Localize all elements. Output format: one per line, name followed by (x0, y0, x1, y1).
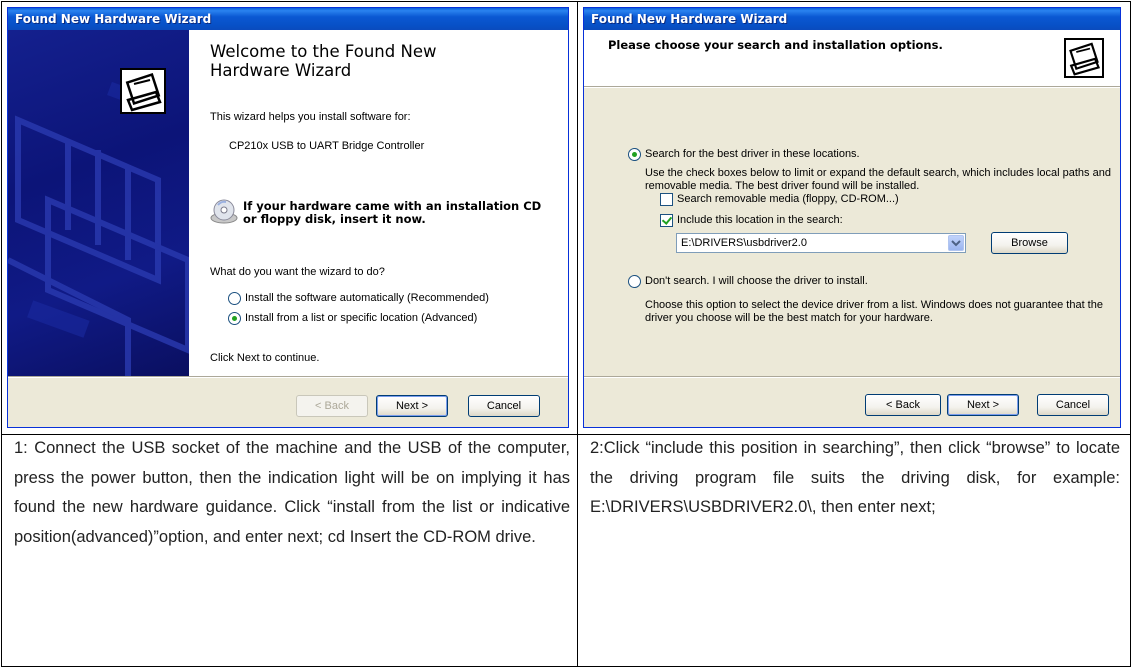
header-separator (584, 86, 1120, 88)
button-separator (8, 376, 568, 378)
removable-media-label[interactable]: Search removable media (floppy, CD-ROM..… (677, 193, 899, 205)
cd-prompt: If your hardware came with an installati… (243, 199, 542, 226)
next-button[interactable]: Next > (947, 394, 1019, 416)
hardware-wizard-icon (120, 68, 166, 114)
left-wizard-dialog: Found New Hardware Wizard Welcome to the… (7, 7, 569, 428)
cd-icon (210, 198, 238, 226)
options-header: Please choose your search and installati… (608, 38, 943, 52)
dont-search-label[interactable]: Don't search. I will choose the driver t… (645, 275, 868, 287)
column-divider (577, 2, 578, 666)
device-name: CP210x USB to UART Bridge Controller (229, 140, 425, 152)
radio-install-from-list[interactable] (228, 312, 241, 325)
checkbox-include-location[interactable] (660, 214, 673, 227)
right-title-bar[interactable]: Found New Hardware Wizard (584, 8, 1120, 30)
location-combobox[interactable]: E:\DRIVERS\usbdriver2.0 (676, 233, 966, 253)
cancel-button[interactable]: Cancel (1037, 394, 1109, 416)
button-separator (584, 376, 1120, 378)
continue-text: Click Next to continue. (210, 352, 320, 364)
step1-caption: 1: Connect the USB socket of the machine… (14, 439, 570, 546)
wizard-question: What do you want the wizard to do? (210, 266, 385, 278)
next-button[interactable]: Next > (376, 395, 448, 417)
radio-search-best-driver[interactable] (628, 148, 641, 161)
right-wizard-dialog: Found New Hardware Wizard Please choose … (583, 7, 1121, 428)
left-title-bar[interactable]: Found New Hardware Wizard (8, 8, 568, 30)
include-location-label[interactable]: Include this location in the search: (677, 214, 843, 226)
hardware-wizard-icon (1064, 38, 1104, 78)
option-list-label[interactable]: Install from a list or specific location… (245, 312, 477, 324)
radio-install-automatically[interactable] (228, 292, 241, 305)
search-description: Use the check boxes below to limit or ex… (645, 167, 1111, 192)
radio-dont-search[interactable] (628, 275, 641, 288)
intro-text: This wizard helps you install software f… (210, 111, 411, 123)
dont-search-description: Choose this option to select the device … (645, 299, 1103, 324)
option-automatic-label[interactable]: Install the software automatically (Reco… (245, 292, 489, 304)
wizard-heading: Welcome to the Found New Hardware Wizard (210, 42, 437, 80)
back-button[interactable]: < Back (296, 395, 368, 417)
back-button[interactable]: < Back (865, 394, 941, 416)
cancel-button[interactable]: Cancel (468, 395, 540, 417)
search-option-label[interactable]: Search for the best driver in these loca… (645, 148, 860, 160)
wizard-sidebar-banner (8, 30, 189, 376)
checkbox-search-removable[interactable] (660, 193, 673, 206)
step2-caption: 2:Click “include this position in search… (590, 439, 1120, 516)
browse-button[interactable]: Browse (991, 232, 1068, 254)
dropdown-arrow-icon[interactable] (948, 235, 964, 251)
location-input[interactable]: E:\DRIVERS\usbdriver2.0 (681, 237, 807, 249)
